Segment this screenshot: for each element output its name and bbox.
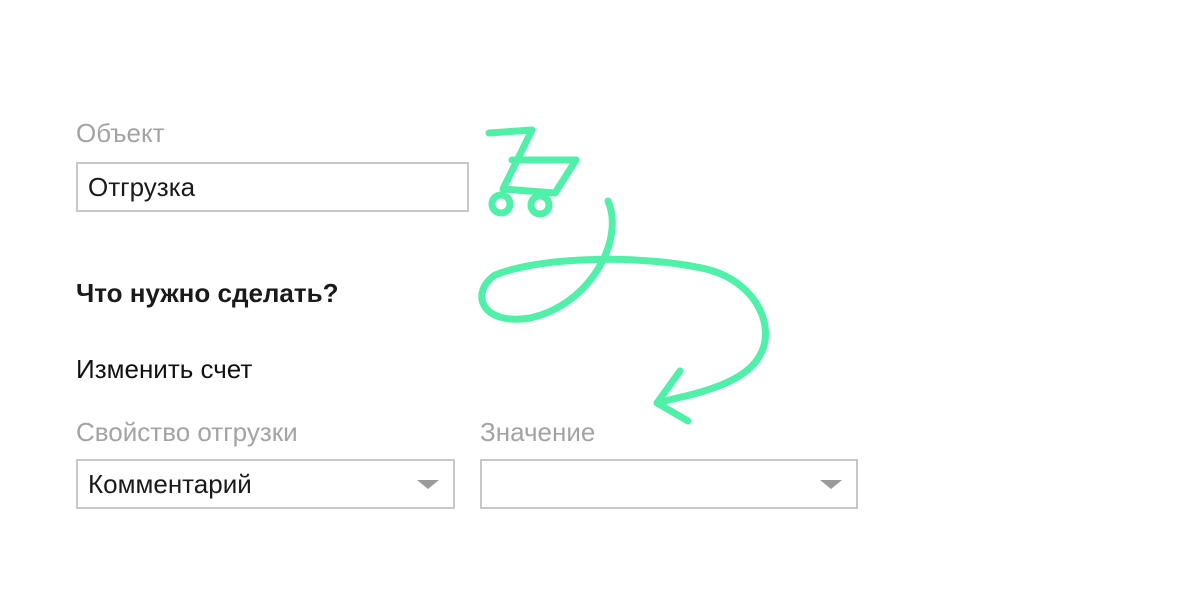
curved-arrow-icon xyxy=(478,197,770,425)
shopping-cart-icon xyxy=(485,126,580,218)
decoration-layer xyxy=(478,126,770,425)
